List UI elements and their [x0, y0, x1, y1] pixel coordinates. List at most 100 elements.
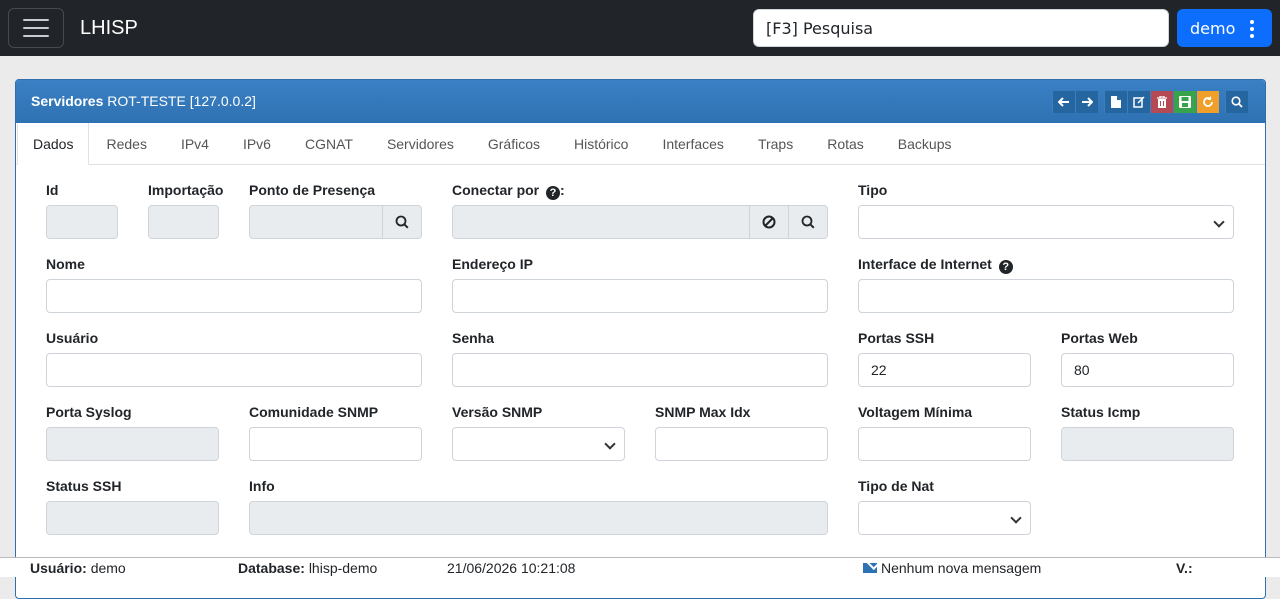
- id-label: Id: [46, 182, 59, 198]
- status-icmp-field[interactable]: [1061, 427, 1234, 461]
- footer-version: V.:: [1176, 560, 1193, 576]
- save-icon: [1179, 96, 1191, 108]
- versao-snmp-label: Versão SNMP: [452, 404, 543, 420]
- tab-redes[interactable]: Redes: [89, 123, 163, 164]
- conectar-por-label: Conectar por ?:: [452, 182, 565, 200]
- senha-label: Senha: [452, 330, 495, 346]
- importacao-label: Importação: [148, 182, 224, 198]
- voltagem-minima-input[interactable]: [858, 427, 1031, 461]
- footer-messages[interactable]: Nenhum nova mensagem: [863, 560, 1041, 576]
- footer-user-value: demo: [90, 560, 126, 576]
- footer-user: Usuário: demo: [30, 560, 126, 576]
- interface-internet-text: Interface de Internet: [858, 256, 992, 272]
- tab-rotas[interactable]: Rotas: [810, 123, 881, 164]
- usuario-input[interactable]: [46, 353, 422, 387]
- save-record-button[interactable]: [1173, 91, 1196, 113]
- footer-database: Database: lhisp-demo: [238, 560, 377, 576]
- tab-graficos[interactable]: Gráficos: [471, 123, 557, 164]
- tab-ipv6[interactable]: IPv6: [226, 123, 288, 164]
- comunidade-snmp-label: Comunidade SNMP: [249, 404, 379, 420]
- status-ssh-label: Status SSH: [46, 478, 122, 494]
- server-card: Servidores ROT-TESTE [127.0.0.2] Dados R…: [15, 79, 1266, 599]
- interface-internet-input[interactable]: [858, 279, 1234, 313]
- tab-cgnat[interactable]: CGNAT: [288, 123, 370, 164]
- tab-historico[interactable]: Histórico: [557, 123, 645, 164]
- trash-icon: [1157, 96, 1167, 108]
- tab-dados[interactable]: Dados: [17, 123, 90, 165]
- info-label: Info: [249, 478, 275, 494]
- footer-version-key: V.:: [1176, 560, 1193, 576]
- tipo-nat-label: Tipo de Nat: [858, 478, 934, 494]
- search-input[interactable]: [753, 9, 1169, 47]
- versao-snmp-select[interactable]: [452, 427, 625, 461]
- search-icon: [395, 215, 409, 229]
- footer-datetime: 21/06/2026 10:21:08: [447, 560, 576, 576]
- edit-record-button[interactable]: [1127, 91, 1150, 113]
- snmp-max-idx-label: SNMP Max Idx: [655, 404, 751, 420]
- conectar-por-field[interactable]: [452, 205, 750, 239]
- menu-toggle-button[interactable]: [8, 8, 64, 48]
- id-field[interactable]: [46, 205, 118, 239]
- snmp-max-idx-input[interactable]: [655, 427, 828, 461]
- brand-title: LHISP: [80, 17, 138, 39]
- refresh-icon: [1203, 96, 1213, 107]
- tipo-label: Tipo: [858, 182, 888, 198]
- menu-icon-bar: [23, 19, 49, 21]
- help-icon[interactable]: ?: [546, 186, 561, 200]
- top-navbar: LHISP demo: [0, 0, 1280, 56]
- info-field[interactable]: [249, 501, 828, 535]
- menu-icon-bar: [23, 35, 49, 37]
- card-header: Servidores ROT-TESTE [127.0.0.2]: [16, 80, 1265, 123]
- new-file-icon: [1111, 96, 1121, 108]
- portas-web-value: 80: [1074, 362, 1090, 378]
- new-record-button[interactable]: [1104, 91, 1127, 113]
- ponto-presenca-field[interactable]: [249, 205, 383, 239]
- next-record-button[interactable]: [1075, 91, 1098, 113]
- comunidade-snmp-input[interactable]: [249, 427, 422, 461]
- status-icmp-label: Status Icmp: [1061, 404, 1141, 420]
- refresh-record-button[interactable]: [1196, 91, 1219, 113]
- previous-record-button[interactable]: [1052, 91, 1075, 113]
- footer-database-value: lhisp-demo: [308, 560, 378, 576]
- senha-input[interactable]: [452, 353, 828, 387]
- ban-icon: [762, 215, 776, 229]
- envelope-icon: [863, 563, 877, 573]
- user-name-label: demo: [1190, 18, 1236, 38]
- ponto-presenca-label: Ponto de Presença: [249, 182, 376, 198]
- delete-record-button[interactable]: [1150, 91, 1173, 113]
- status-ssh-field[interactable]: [46, 501, 219, 535]
- search-record-button[interactable]: [1225, 91, 1248, 113]
- help-icon[interactable]: ?: [998, 260, 1013, 274]
- arrow-left-icon: [1058, 97, 1069, 107]
- tab-backups[interactable]: Backups: [881, 123, 969, 164]
- endereco-ip-label: Endereço IP: [452, 256, 533, 272]
- portas-ssh-input[interactable]: 22: [858, 353, 1031, 387]
- search-icon: [801, 215, 815, 229]
- record-toolbar: [1052, 91, 1248, 113]
- importacao-field[interactable]: [148, 205, 219, 239]
- ponto-presenca-search-button[interactable]: [382, 205, 422, 239]
- tab-interfaces[interactable]: Interfaces: [645, 123, 740, 164]
- card-title: Servidores ROT-TESTE [127.0.0.2]: [31, 93, 256, 109]
- conectar-por-search-button[interactable]: [788, 205, 828, 239]
- tab-servidores[interactable]: Servidores: [370, 123, 471, 164]
- kebab-menu-icon: [1250, 20, 1254, 38]
- nome-input[interactable]: [46, 279, 422, 313]
- menu-icon-bar: [23, 27, 49, 29]
- footer-messages-text: Nenhum nova mensagem: [881, 560, 1042, 576]
- tipo-nat-select[interactable]: [858, 501, 1031, 535]
- interface-internet-label: Interface de Internet ?: [858, 256, 1013, 274]
- search-icon: [1231, 96, 1243, 108]
- tipo-select[interactable]: [858, 205, 1234, 239]
- tab-ipv4[interactable]: IPv4: [164, 123, 226, 164]
- user-menu-button[interactable]: demo: [1177, 9, 1272, 47]
- porta-syslog-field[interactable]: [46, 427, 219, 461]
- record-tabs: Dados Redes IPv4 IPv6 CGNAT Servidores G…: [16, 123, 1265, 165]
- conectar-por-clear-button[interactable]: [749, 205, 789, 239]
- portas-web-label: Portas Web: [1061, 330, 1138, 346]
- usuario-label: Usuário: [46, 330, 99, 346]
- endereco-ip-input[interactable]: [452, 279, 828, 313]
- arrow-right-icon: [1082, 97, 1093, 107]
- portas-web-input[interactable]: 80: [1061, 353, 1234, 387]
- tab-traps[interactable]: Traps: [741, 123, 810, 164]
